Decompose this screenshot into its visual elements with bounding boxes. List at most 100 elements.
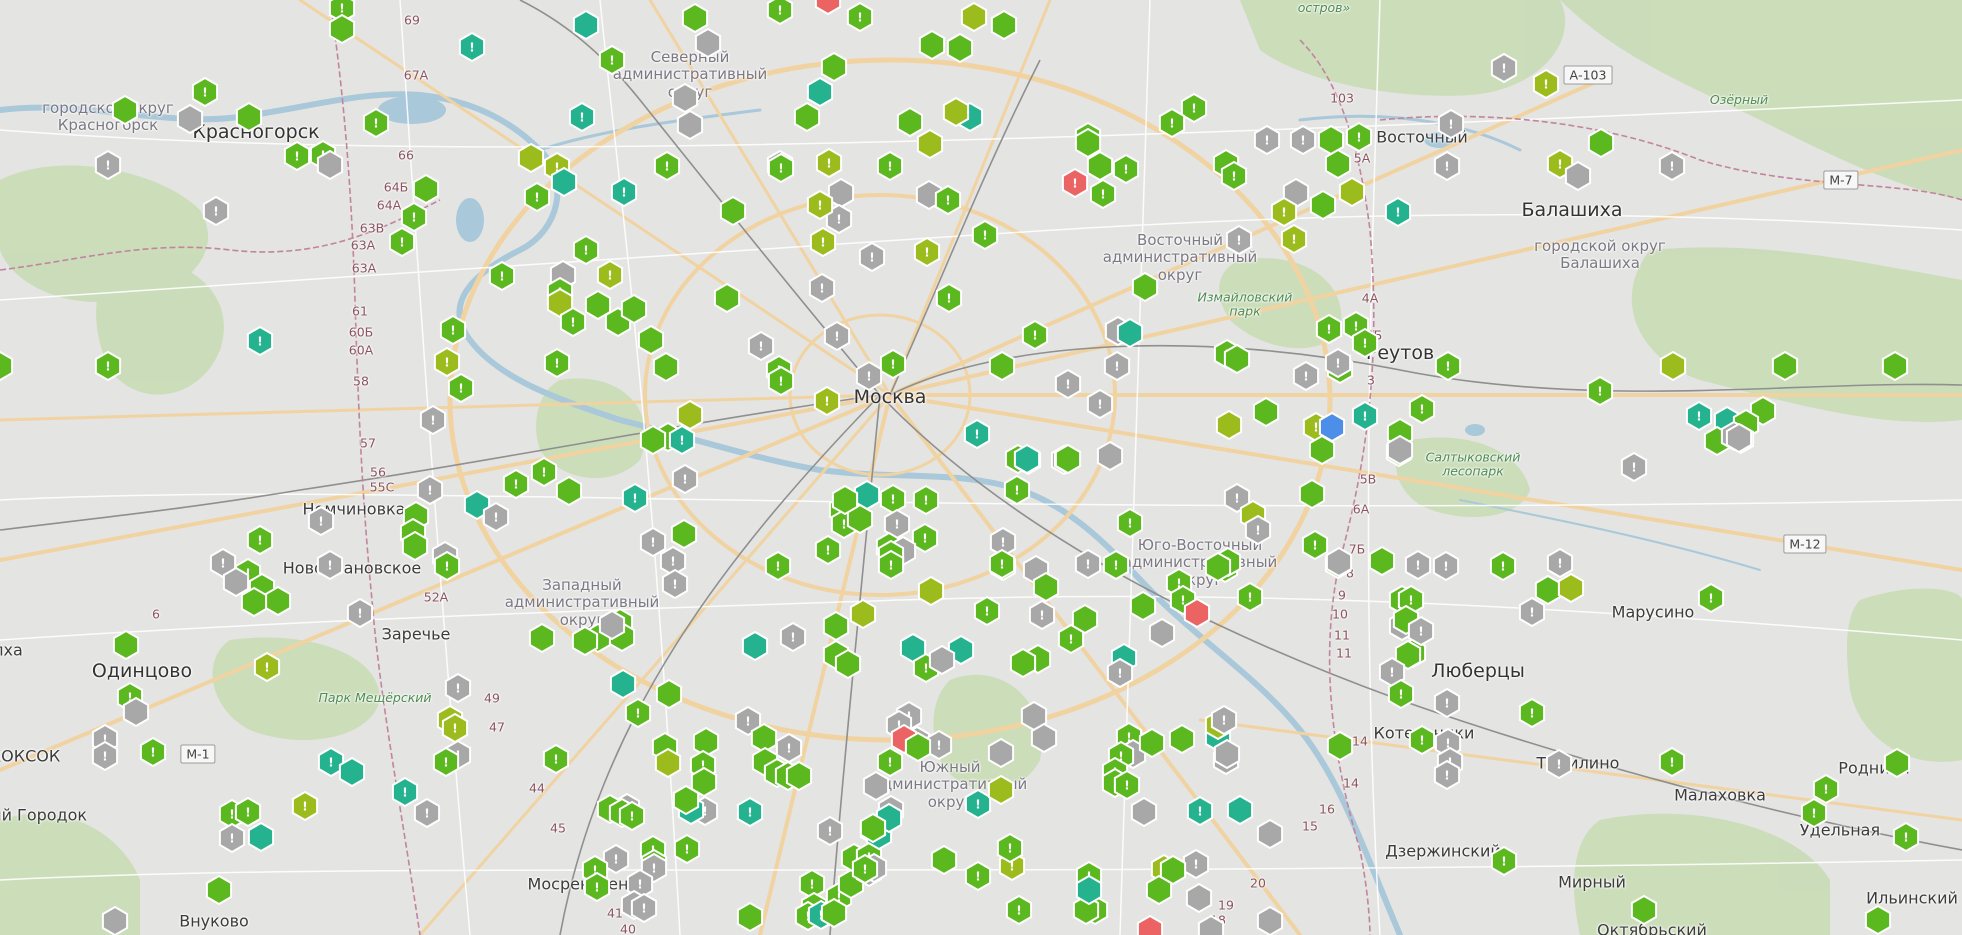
- marker-green[interactable]: !: [1489, 550, 1517, 582]
- marker-green[interactable]: !: [439, 314, 467, 346]
- marker-green[interactable]: [205, 874, 233, 906]
- marker-teal[interactable]: !: [1685, 400, 1713, 432]
- marker-teal[interactable]: !: [668, 424, 696, 456]
- marker-green[interactable]: !: [846, 1, 874, 33]
- marker-grey[interactable]: [862, 770, 890, 802]
- marker-green[interactable]: !: [877, 549, 905, 581]
- marker-grey[interactable]: !: [1324, 347, 1352, 379]
- marker-green[interactable]: [639, 424, 667, 456]
- marker-green[interactable]: [690, 766, 718, 798]
- marker-green[interactable]: [1086, 150, 1114, 182]
- marker-grey[interactable]: !: [823, 320, 851, 352]
- marker-green[interactable]: [820, 51, 848, 83]
- marker-green[interactable]: !: [1490, 845, 1518, 877]
- marker-grey[interactable]: !: [816, 815, 844, 847]
- marker-grey[interactable]: [1325, 546, 1353, 578]
- marker-grey[interactable]: [1185, 882, 1213, 914]
- marker-grey[interactable]: [694, 27, 722, 59]
- marker-green[interactable]: [820, 897, 848, 929]
- marker-green[interactable]: [620, 293, 648, 325]
- marker-grey[interactable]: !: [316, 549, 344, 581]
- marker-grey[interactable]: !: [1289, 124, 1317, 156]
- marker-green[interactable]: [1883, 747, 1911, 779]
- marker-grey[interactable]: !: [639, 526, 667, 558]
- marker-green[interactable]: [946, 32, 974, 64]
- marker-olive[interactable]: [942, 96, 970, 128]
- marker-green[interactable]: !: [530, 456, 558, 488]
- marker-green[interactable]: !: [191, 76, 219, 108]
- marker-green[interactable]: [1864, 904, 1892, 935]
- marker-grey[interactable]: !: [416, 474, 444, 506]
- marker-green[interactable]: !: [935, 282, 963, 314]
- marker-green[interactable]: [859, 812, 887, 844]
- marker-green[interactable]: !: [543, 347, 571, 379]
- marker-green[interactable]: !: [583, 871, 611, 903]
- marker-green[interactable]: !: [246, 524, 274, 556]
- marker-green[interactable]: [1252, 396, 1280, 428]
- marker-green[interactable]: [681, 2, 709, 34]
- marker-green[interactable]: !: [433, 550, 461, 582]
- marker-grey[interactable]: !: [1182, 848, 1210, 880]
- marker-grey[interactable]: [316, 149, 344, 181]
- marker-grey[interactable]: !: [1658, 150, 1686, 182]
- marker-grey[interactable]: !: [808, 272, 836, 304]
- marker-green[interactable]: [1324, 148, 1352, 180]
- marker-grey[interactable]: !: [1433, 759, 1461, 791]
- marker-green[interactable]: !: [1089, 178, 1117, 210]
- marker-green[interactable]: [1032, 571, 1060, 603]
- marker-green[interactable]: !: [911, 522, 939, 554]
- marker-grey[interactable]: !: [307, 505, 335, 537]
- marker-olive[interactable]: [917, 575, 945, 607]
- marker-green[interactable]: [719, 195, 747, 227]
- marker-olive[interactable]: [1557, 572, 1585, 604]
- marker-olive[interactable]: [1659, 350, 1687, 382]
- marker-green[interactable]: !: [1180, 92, 1208, 124]
- marker-olive[interactable]: !: [815, 147, 843, 179]
- marker-red[interactable]: [1183, 597, 1211, 629]
- marker-grey[interactable]: [101, 905, 129, 935]
- marker-grey[interactable]: [598, 609, 626, 641]
- marker-green[interactable]: !: [447, 372, 475, 404]
- marker-green[interactable]: [1131, 271, 1159, 303]
- marker-teal[interactable]: [1226, 794, 1254, 826]
- marker-olive[interactable]: [517, 142, 545, 174]
- marker-green[interactable]: !: [559, 306, 587, 338]
- marker-teal[interactable]: [741, 630, 769, 662]
- marker-green[interactable]: !: [673, 833, 701, 865]
- marker-olive[interactable]: !: [1270, 196, 1298, 228]
- marker-grey[interactable]: !: [1103, 350, 1131, 382]
- marker-green[interactable]: !: [1518, 697, 1546, 729]
- marker-red[interactable]: [814, 0, 842, 16]
- marker-grey[interactable]: !: [444, 672, 472, 704]
- marker-green[interactable]: [896, 106, 924, 138]
- marker-green[interactable]: !: [542, 743, 570, 775]
- marker-grey[interactable]: !: [1404, 549, 1432, 581]
- marker-olive[interactable]: [987, 774, 1015, 806]
- marker-grey[interactable]: !: [1432, 550, 1460, 582]
- marker-green[interactable]: !: [814, 534, 842, 566]
- marker-grey[interactable]: !: [747, 330, 775, 362]
- marker-olive[interactable]: !: [253, 651, 281, 683]
- marker-green[interactable]: !: [767, 152, 795, 184]
- marker-grey[interactable]: !: [1518, 596, 1546, 628]
- marker-green[interactable]: !: [934, 184, 962, 216]
- marker-green[interactable]: [1309, 189, 1337, 221]
- marker-teal[interactable]: !: [458, 31, 486, 63]
- marker-green[interactable]: !: [1586, 375, 1614, 407]
- marker-green[interactable]: [834, 648, 862, 680]
- marker-teal[interactable]: !: [621, 482, 649, 514]
- marker-green[interactable]: [1168, 723, 1196, 755]
- marker-olive[interactable]: !: [1532, 68, 1560, 100]
- marker-green[interactable]: !: [1408, 393, 1436, 425]
- marker-teal[interactable]: !: [964, 788, 992, 820]
- marker-teal[interactable]: !: [1186, 795, 1214, 827]
- marker-grey[interactable]: !: [1545, 748, 1573, 780]
- marker-green[interactable]: [930, 844, 958, 876]
- marker-green[interactable]: !: [1351, 327, 1379, 359]
- marker-grey[interactable]: [1564, 160, 1592, 192]
- marker-green[interactable]: !: [94, 350, 122, 382]
- marker-teal[interactable]: [806, 76, 834, 108]
- marker-teal[interactable]: !: [568, 101, 596, 133]
- marker-green[interactable]: !: [1158, 107, 1186, 139]
- marker-grey[interactable]: !: [779, 621, 807, 653]
